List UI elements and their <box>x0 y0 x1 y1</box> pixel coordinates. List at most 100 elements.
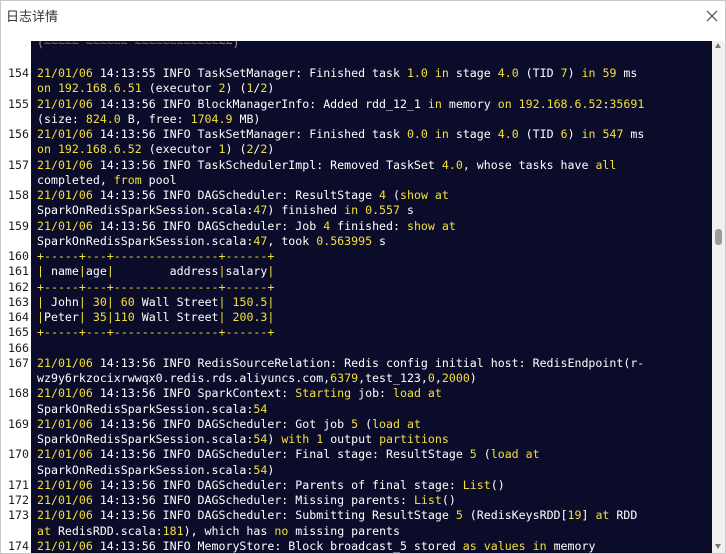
log-token: load at <box>372 416 421 431</box>
log-token: 60 <box>120 294 135 309</box>
log-line: +-----+---+---------------+------+ <box>37 324 274 340</box>
log-token: | <box>78 310 86 324</box>
log-token: +-----+---+---------------+------+ <box>37 279 275 294</box>
partial-top-line: (~~~~~ ~~~~~~ ~~~~~~~~~~~~~~) <box>37 41 240 50</box>
log-token: in <box>344 203 359 218</box>
log-token: 14:13:56 <box>99 508 156 523</box>
log-token: 150.5 <box>232 294 268 309</box>
log-token: 54 <box>253 432 268 446</box>
log-token: age <box>85 264 107 279</box>
log-token: , took <box>267 233 317 248</box>
log-content-panel[interactable]: (~~~~~ ~~~~~~ ~~~~~~~~~~~~~~) 21/01/06 1… <box>31 41 712 553</box>
log-token: 6 <box>560 127 568 141</box>
log-token: name <box>43 264 79 279</box>
log-token: 824.0 <box>85 111 121 126</box>
scroll-down-arrow-icon[interactable] <box>715 544 721 549</box>
log-token: | <box>37 264 44 279</box>
log-token: | <box>78 294 86 309</box>
log-token <box>428 66 435 80</box>
log-line: 21/01/06 14:13:56 INFO DAGScheduler: Res… <box>37 187 449 203</box>
log-token: ms <box>616 66 638 80</box>
dialog-title: 日志详情 <box>6 10 59 25</box>
log-line: 21/01/06 14:13:56 INFO DAGScheduler: Fin… <box>37 446 540 462</box>
log-token: 14:13:56 <box>99 157 156 172</box>
vertical-scrollbar[interactable] <box>712 41 725 553</box>
log-token: from <box>113 172 142 187</box>
log-token: output <box>323 432 380 446</box>
line-number: 173 <box>8 508 29 523</box>
log-token: completed, <box>37 172 114 187</box>
log-token: ), which has <box>183 523 275 538</box>
log-token: 0.0 <box>406 127 428 141</box>
log-token: 14:13:56 <box>99 96 156 111</box>
log-token: s <box>400 203 414 218</box>
close-icon[interactable] <box>703 7 721 25</box>
log-token: in <box>532 538 547 553</box>
log-token: 21/01/06 <box>37 447 100 462</box>
log-token: with <box>281 432 310 446</box>
log-token <box>86 310 93 324</box>
log-token: 35 <box>92 310 107 324</box>
log-token: 7 <box>560 66 568 80</box>
log-token: INFO DAGScheduler: Final stage: ResultSt… <box>155 447 470 462</box>
log-line: 21/01/06 14:13:56 INFO DAGScheduler: Par… <box>37 477 505 493</box>
log-token: SparkOnRedisSparkSession.scala: <box>37 432 254 446</box>
log-line: on 192.168.6.52 (executor 1) (2/2) <box>37 141 274 157</box>
log-token: () <box>490 477 505 492</box>
log-token: INFO RedisSourceRelation: Redis config i… <box>155 355 645 370</box>
line-number: 156 <box>8 127 29 141</box>
log-token: | <box>218 264 226 279</box>
log-token: 547 <box>602 127 624 141</box>
log-token: memory <box>441 96 498 111</box>
scrollbar-thumb[interactable] <box>715 229 722 245</box>
log-token <box>526 539 533 553</box>
log-token: 14:13:56 <box>99 218 156 233</box>
log-line: SparkOnRedisSparkSession.scala:54) with … <box>37 431 449 447</box>
line-number: 170 <box>8 447 29 462</box>
log-token <box>114 295 121 309</box>
log-token: 0 <box>427 371 435 385</box>
log-token <box>226 310 233 324</box>
log-token: values <box>483 538 526 553</box>
log-token: 1704.9 <box>190 111 233 126</box>
line-number: 161 <box>8 264 29 279</box>
log-token: INFO BlockManagerInfo: Added rdd_12_1 <box>155 96 428 111</box>
log-token: | <box>106 264 114 279</box>
log-line: 21/01/06 14:13:56 INFO DAGScheduler: Sub… <box>37 507 637 523</box>
log-token: B, free: <box>120 111 191 126</box>
log-token: 14:13:56 <box>99 416 156 431</box>
log-token <box>477 539 484 553</box>
log-token: 14:13:56 <box>99 386 156 401</box>
log-token: 21/01/06 <box>37 355 100 370</box>
log-token: 192.168.6.52 <box>57 142 142 157</box>
log-token: Wall Street <box>134 294 219 309</box>
log-token: 4.0 <box>441 157 463 172</box>
log-token: ) <box>267 462 275 477</box>
log-token: show at <box>400 188 449 202</box>
scroll-up-arrow-icon[interactable] <box>715 43 721 48</box>
log-line: SparkOnRedisSparkSession.scala:54 <box>37 401 267 417</box>
log-token: memory <box>546 538 596 553</box>
log-token: ) <box>567 127 582 141</box>
log-token: SparkOnRedisSparkSession.scala: <box>37 401 254 416</box>
log-token: 21/01/06 <box>37 218 100 233</box>
log-token: 21/01/06 <box>37 188 100 202</box>
line-number: 171 <box>8 477 29 492</box>
log-line: (size: 824.0 B, free: 1704.9 MB) <box>37 111 260 127</box>
log-token: show at <box>406 218 456 233</box>
line-number: 174 <box>8 538 29 553</box>
log-token <box>428 127 435 141</box>
log-token: 181 <box>162 523 184 538</box>
log-token: ( <box>476 447 491 462</box>
log-token: address <box>113 264 219 279</box>
log-detail-dialog: 日志详情 154 155 156 157 158 159 160 161 162 163 164 16… <box>0 0 726 554</box>
log-token: ( <box>386 188 400 202</box>
line-number: 165 <box>8 325 29 340</box>
log-token: no <box>274 523 289 538</box>
log-line: at RedisRDD.scala:181), which has no mis… <box>37 523 400 539</box>
log-token: on <box>37 142 51 157</box>
line-number: 167 <box>8 355 29 370</box>
log-token: 4.0 <box>497 127 519 141</box>
log-token: 14:13:56 <box>99 127 156 141</box>
log-token: 21/01/06 <box>37 96 100 111</box>
